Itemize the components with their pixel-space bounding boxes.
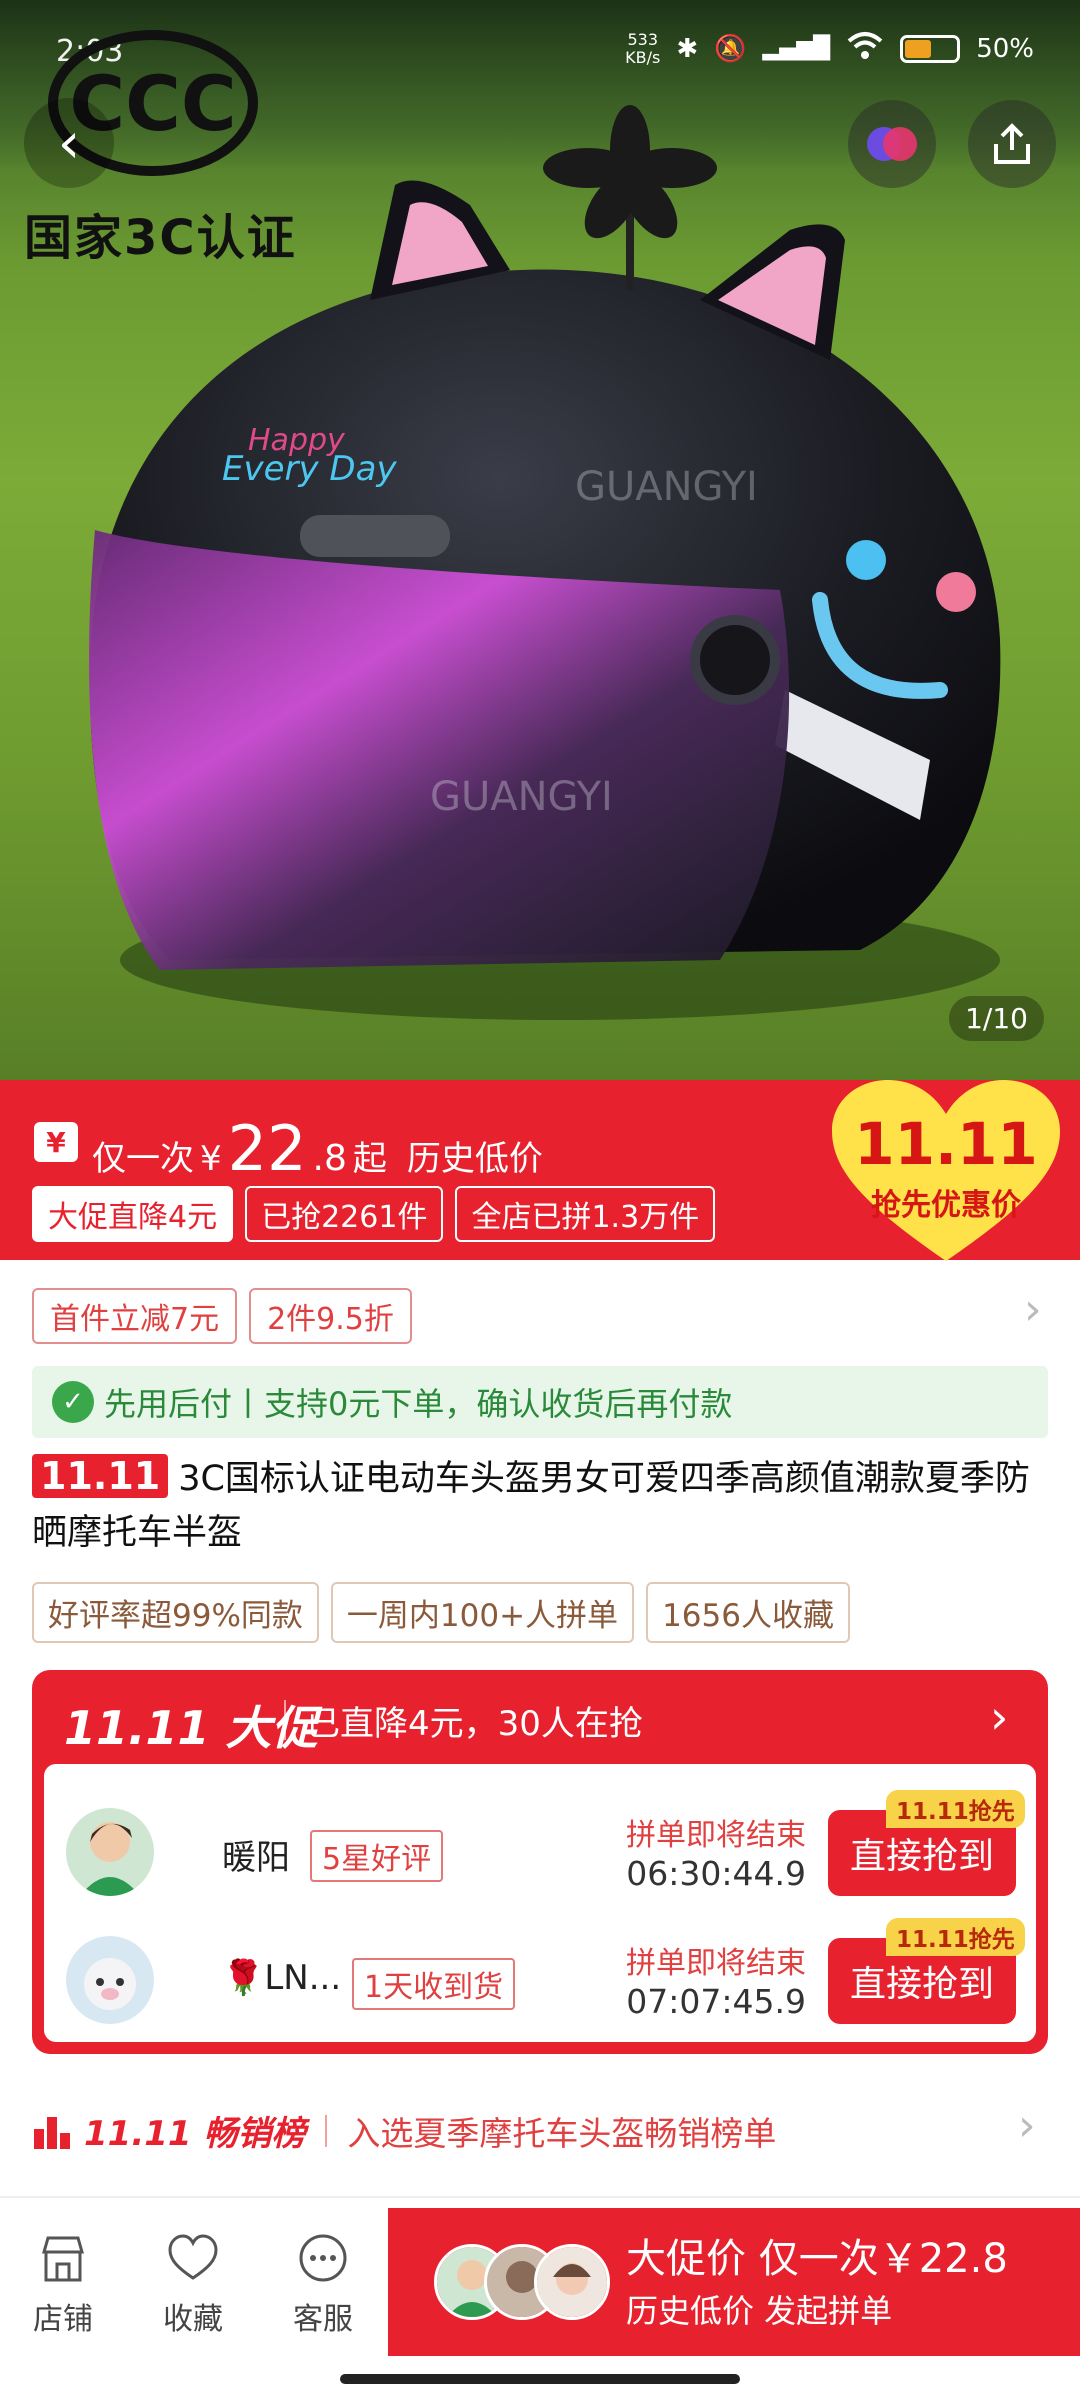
nav-label: 客服 <box>293 2302 353 2337</box>
divider <box>325 2114 328 2147</box>
best-seller-ranking[interactable]: 11.11 畅销榜 入选夏季摩托车头盔畅销榜单 <box>32 2106 776 2155</box>
mute-icon: 🔕 <box>714 33 747 64</box>
svg-text:GUANGYI: GUANGYI <box>430 774 613 820</box>
stat-tag: 一周内100+人拼单 <box>330 1582 635 1643</box>
bar-chart-icon <box>34 2116 70 2149</box>
ranking-text: 入选夏季摩托车头盔畅销榜单 <box>347 2113 777 2153</box>
share-icon <box>994 123 1030 164</box>
certification-label: 国家3C认证 <box>24 210 297 266</box>
event-title: 11.11 <box>854 1110 1038 1178</box>
net-speed: 533 KB/s <box>625 29 661 67</box>
promo-tag: 已抢2261件 <box>245 1186 444 1242</box>
grab-flag: 11.11抢先 <box>886 1790 1025 1828</box>
svg-text:GUANGYI: GUANGYI <box>575 464 758 510</box>
group-ending-label: 拼单即将结束 <box>626 1946 806 1981</box>
share-target-button[interactable] <box>848 100 936 188</box>
nav-label: 店铺 <box>33 2302 93 2337</box>
back-button[interactable]: ‹ <box>24 98 114 188</box>
store-icon <box>42 2236 84 2282</box>
nav-store[interactable]: 店铺 <box>8 2232 118 2338</box>
divider <box>284 1700 286 1740</box>
promo-price: 仅一次 ¥22.8 起 历史低价 <box>92 1112 543 1185</box>
image-counter: 1/10 <box>949 996 1044 1041</box>
promo-tag: 大促直降4元 <box>32 1186 234 1242</box>
promo-tag: 全店已拼1.3万件 <box>455 1186 716 1242</box>
chevron-right-icon[interactable]: › <box>990 1690 1008 1744</box>
group-buy-subtitle: 已直降4元，30人在抢 <box>306 1704 643 1744</box>
divider <box>0 2196 1080 2198</box>
nav-favorite[interactable]: 收藏 <box>138 2232 248 2338</box>
user-check-icon: ✓ <box>52 1381 94 1423</box>
event-badge: 11.11 <box>32 1454 169 1498</box>
event-subtitle: 抢先优惠价 <box>871 1188 1021 1223</box>
signal-icon: ▂▄▆█ <box>762 36 831 61</box>
coupon-tag[interactable]: 首件立减7元 <box>32 1288 238 1344</box>
group-buy-title: 11.11 大促 <box>64 1701 318 1755</box>
svg-text:Every Day: Every Day <box>222 449 397 489</box>
home-indicator[interactable] <box>340 2374 740 2384</box>
user-name: 暖阳 <box>222 1838 290 1878</box>
coupon-icon: ¥ <box>34 1122 78 1162</box>
group-ending-label: 拼单即将结束 <box>626 1818 806 1853</box>
product-image[interactable]: Happy Every Day GUANGYI GUANGYI 2:03 533… <box>0 0 1080 1080</box>
battery-percent: 50% <box>976 33 1034 64</box>
buy-price-label: 大促价 仅一次￥22.8 <box>626 2236 1008 2282</box>
chat-icon <box>299 2234 347 2282</box>
coupon-tag[interactable]: 2件9.5折 <box>249 1288 412 1344</box>
wifi-icon <box>846 30 884 67</box>
heart-icon <box>168 2234 218 2280</box>
user-tag: 5星好评 <box>310 1830 444 1882</box>
grab-flag: 11.11抢先 <box>886 1918 1025 1956</box>
chevron-right-icon[interactable]: › <box>1018 2100 1036 2151</box>
bluetooth-icon: ✱ <box>676 33 699 64</box>
avatar <box>534 2244 610 2320</box>
user-tag: 1天收到货 <box>352 1958 516 2010</box>
ranking-title: 11.11 畅销榜 <box>84 2114 306 2154</box>
share-button[interactable] <box>968 100 1056 188</box>
nav-label: 收藏 <box>163 2302 223 2337</box>
coupon-row[interactable]: 首件立减7元 2件9.5折 <box>32 1288 412 1344</box>
countdown-timer: 07:07:45.9 <box>626 1982 806 2021</box>
product-title: 11.11 3C国标认证电动车头盔男女可爱四季高颜值潮款夏季防晒摩托车半盔 <box>32 1454 1030 1553</box>
nav-customer-service[interactable]: 客服 <box>268 2232 378 2338</box>
pay-later-text: 先用后付丨支持0元下单，确认收货后再付款 <box>104 1385 733 1423</box>
pay-later-banner[interactable]: ✓ 先用后付丨支持0元下单，确认收货后再付款 <box>32 1366 1048 1438</box>
buy-action-label: 历史低价 发起拼单 <box>626 2292 893 2330</box>
user-name: 🌹LN... <box>222 1958 342 1998</box>
stat-tag: 1656人收藏 <box>646 1582 850 1643</box>
avatar <box>66 1936 154 2024</box>
chevron-right-icon[interactable]: › <box>1024 1284 1042 1335</box>
battery-icon <box>900 34 961 63</box>
product-stats: 好评率超99%同款 一周内100+人拼单 1656人收藏 <box>32 1582 850 1643</box>
countdown-timer: 06:30:44.9 <box>626 1854 806 1893</box>
dual-circle-icon <box>867 127 917 161</box>
stat-tag: 好评率超99%同款 <box>32 1582 319 1643</box>
avatar <box>66 1808 154 1896</box>
chevron-left-icon: ‹ <box>57 110 81 176</box>
promo-tags: 大促直降4元 已抢2261件 全店已拼1.3万件 <box>32 1186 716 1242</box>
